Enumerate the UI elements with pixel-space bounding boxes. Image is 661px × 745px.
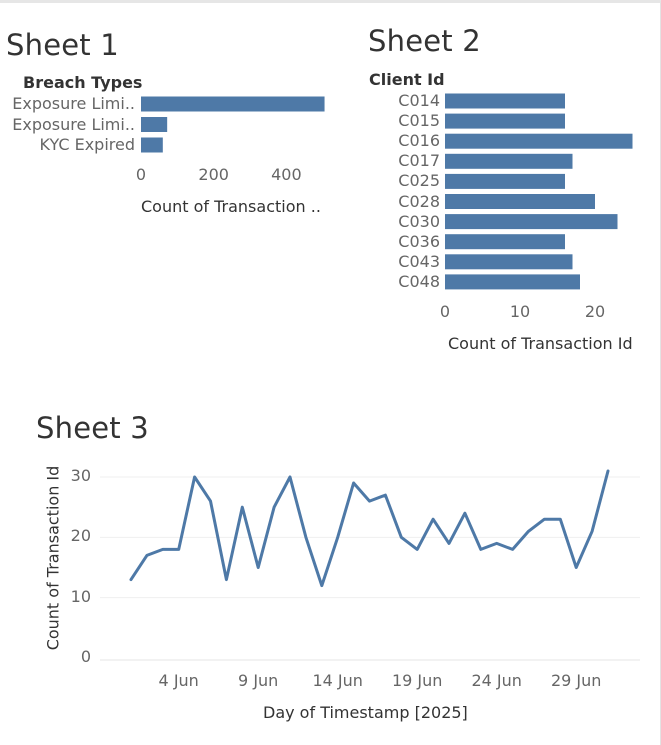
sheet-3-data-point[interactable] bbox=[239, 504, 245, 510]
sheet-1-category-label: Exposure Limi.. bbox=[12, 94, 135, 113]
sheet-3-data-point[interactable] bbox=[160, 546, 166, 552]
sheet-3-data-point[interactable] bbox=[382, 492, 388, 498]
sheet-3-data-point[interactable] bbox=[573, 565, 579, 571]
sheet-3-data-point[interactable] bbox=[446, 540, 452, 546]
sheet-3-data-point[interactable] bbox=[303, 534, 309, 540]
sheet-3-data-point[interactable] bbox=[398, 534, 404, 540]
sheet-3-data-point[interactable] bbox=[605, 468, 611, 474]
sheet-3-x-tick-label: 29 Jun bbox=[550, 671, 602, 690]
sheet-3-x-tick-label: 9 Jun bbox=[238, 671, 279, 690]
sheet-3-y-tick-label: 30 bbox=[70, 466, 91, 485]
sheet-3-series-line[interactable] bbox=[129, 469, 610, 588]
sheet-3-data-point[interactable] bbox=[430, 516, 436, 522]
sheet-3-data-point[interactable] bbox=[192, 474, 198, 480]
sheet-2-category-label: C048 bbox=[398, 271, 440, 291]
sheet-2-x-tick-label: 0 bbox=[439, 302, 451, 321]
sheet-3-data-point[interactable] bbox=[144, 552, 150, 558]
sheet-1-x-tick-label: 400 bbox=[271, 165, 302, 184]
sheet-1-category-label: Exposure Limi.. bbox=[12, 114, 135, 134]
sheet-3-x-tick-label: 19 Jun bbox=[391, 671, 443, 690]
sheet-2-category-label: C015 bbox=[398, 111, 440, 131]
sheet-2-x-tick-label: 10 bbox=[509, 302, 531, 321]
sheet-3-x-tick-label: 14 Jun bbox=[312, 671, 363, 690]
sheet-3-x-tick-label: 4 Jun bbox=[158, 671, 199, 690]
sheet-1-category-label: KYC Expired bbox=[39, 135, 135, 154]
sheet-3-x-tick-label: 24 Jun bbox=[471, 671, 522, 690]
sheet-1-x-tick-label: 200 bbox=[198, 165, 229, 184]
sheet-3-data-point[interactable] bbox=[494, 540, 500, 546]
sheet-3-data-point[interactable] bbox=[287, 474, 293, 480]
sheet-3-data-point[interactable] bbox=[462, 510, 468, 516]
sheet-3-data-point[interactable] bbox=[255, 565, 261, 571]
sheet-3-data-point[interactable] bbox=[510, 546, 516, 552]
sheet-2-category-label: C036 bbox=[398, 231, 440, 251]
sheet-2-category-label: C017 bbox=[398, 151, 440, 171]
sheet-2-category-label: C016 bbox=[398, 131, 440, 151]
sheet-3-data-point[interactable] bbox=[223, 577, 229, 583]
sheet-2-category-label: C025 bbox=[398, 171, 440, 191]
sheet-3-data-point[interactable] bbox=[335, 534, 341, 540]
sheet-2-category-label: C043 bbox=[398, 251, 440, 271]
sheet-3-y-tick-label: 0 bbox=[80, 647, 91, 666]
sheet-2-category-label: C028 bbox=[398, 191, 440, 211]
sheet-3-data-point[interactable] bbox=[271, 504, 277, 510]
sheet-3-data-point[interactable] bbox=[541, 516, 547, 522]
sheet-2-x-tick-label: 20 bbox=[584, 302, 606, 321]
sheet-3-data-point[interactable] bbox=[589, 528, 595, 534]
sheet-3-data-point[interactable] bbox=[526, 528, 532, 534]
sheet-3-data-point[interactable] bbox=[351, 480, 357, 486]
sheet-3-y-tick-label: 20 bbox=[70, 526, 91, 546]
sheet-3-data-point[interactable] bbox=[208, 498, 214, 504]
sheet-2-category-label: C014 bbox=[398, 91, 440, 110]
sheet-3-data-point[interactable] bbox=[319, 583, 325, 589]
sheet-1-x-tick-label: 0 bbox=[135, 165, 147, 184]
sheet-3-data-point[interactable] bbox=[557, 516, 563, 522]
sheet-3-y-tick-label: 10 bbox=[70, 586, 91, 606]
sheet-3-data-point[interactable] bbox=[367, 498, 373, 504]
sheet-2-category-label: C030 bbox=[398, 211, 440, 231]
sheet-3-data-point[interactable] bbox=[128, 577, 134, 583]
sheet-3-data-point[interactable] bbox=[478, 546, 484, 552]
sheet-3-data-point[interactable] bbox=[414, 546, 420, 552]
sheet-3-data-point[interactable] bbox=[176, 546, 182, 552]
